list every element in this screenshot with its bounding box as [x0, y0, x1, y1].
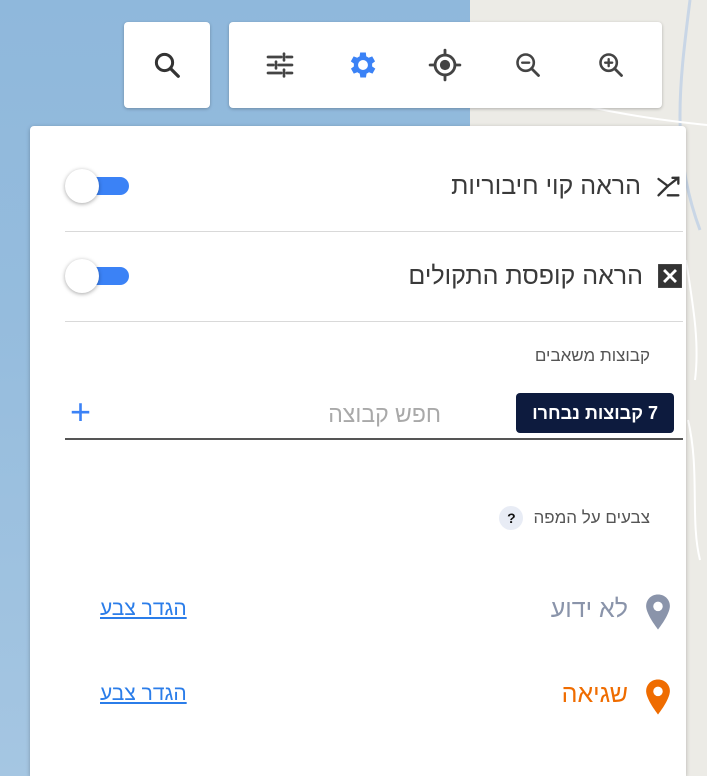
toggle-knob [65, 169, 99, 203]
zoom-out-icon [516, 53, 540, 77]
map-toolbar [229, 22, 662, 108]
set-color-link-unknown[interactable]: הגדר צבע [100, 597, 187, 621]
connection-lines-toggle[interactable] [65, 169, 129, 203]
toggle-row-close-box: הראה קופסת התקולים [65, 259, 683, 293]
set-color-link-error[interactable]: הגדר צבע [100, 682, 187, 706]
search-button[interactable] [140, 38, 194, 92]
map-colors-title: צבעים על המפה [533, 508, 650, 527]
connection-lines-label: הראה קוי חיבוריות [451, 171, 641, 200]
resource-groups-title: קבוצות משאבים [534, 346, 650, 365]
zoom-in-icon [598, 53, 623, 77]
color-row-unknown: לא ידוע הגדר צבע [90, 591, 683, 631]
divider [65, 231, 683, 232]
toggle-row-connection-lines: הראה קוי חיבוריות [65, 169, 683, 203]
settings-button[interactable] [336, 38, 390, 92]
close-box-toggle[interactable] [65, 259, 129, 293]
filter-settings-button[interactable] [253, 38, 307, 92]
map-pin-icon [646, 679, 670, 715]
close-box-icon [658, 264, 682, 288]
zoom-out-button[interactable] [501, 38, 555, 92]
sliders-icon [266, 52, 294, 78]
group-search-input[interactable] [189, 393, 443, 435]
search-icon [154, 52, 180, 78]
search-toolbar [124, 22, 210, 108]
help-icon[interactable]: ? [499, 506, 524, 530]
divider [65, 321, 683, 322]
locate-button[interactable] [418, 38, 472, 92]
settings-panel: הראה קוי חיבוריות הראה קופסת התקולים קבו… [30, 126, 686, 776]
close-box-label: הראה קופסת התקולים [408, 261, 643, 290]
resource-groups-field: 7 קבוצות נבחרו + [65, 388, 683, 440]
zoom-in-button[interactable] [584, 38, 638, 92]
connection-lines-icon [657, 176, 680, 197]
gear-icon [350, 52, 376, 78]
locate-icon [429, 48, 462, 82]
map-colors-header: צבעים על המפה ? [499, 506, 650, 530]
color-name-unknown: לא ידוע [550, 595, 628, 623]
map-pin-icon [646, 594, 670, 630]
selected-groups-chip[interactable]: 7 קבוצות נבחרו [516, 393, 674, 433]
toggle-knob [65, 259, 99, 293]
color-name-error: שגיאה [561, 680, 628, 708]
color-row-error: שגיאה הגדר צבע [90, 676, 683, 716]
add-group-button[interactable]: + [70, 392, 91, 432]
